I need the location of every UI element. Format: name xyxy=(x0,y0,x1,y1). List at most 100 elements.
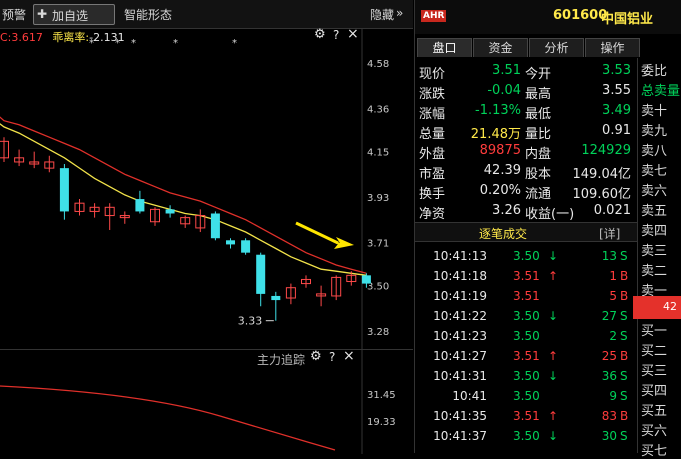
order-book-label: 卖七 xyxy=(641,164,668,179)
quote-value: -0.04 xyxy=(487,83,521,98)
signal-star-icon: * xyxy=(173,38,178,49)
kline-chart-canvas: 4.584.364.153.933.713.503.28* * * * *3.33 xyxy=(0,29,389,349)
sub-indicator-chart[interactable]: 31.45 19.33 主力追踪 ⚙ ? × xyxy=(0,348,413,454)
trade-price: 3.51 xyxy=(513,289,540,303)
trade-side: S xyxy=(620,249,628,263)
add-watchlist-label: 加自选 xyxy=(52,9,89,23)
order-book-label: 卖十 xyxy=(641,104,668,119)
quote-label: 内盘 xyxy=(525,147,552,162)
trades-header: 逐笔成交 [详] xyxy=(415,222,637,242)
close-icon[interactable]: × xyxy=(347,26,359,42)
trades-detail-link[interactable]: [详] xyxy=(599,225,620,242)
trade-side: B xyxy=(620,289,629,303)
help-button[interactable]: ? xyxy=(329,350,335,364)
smart-pattern-button[interactable]: 智能形态 xyxy=(124,6,172,23)
help-button[interactable]: ? xyxy=(333,28,339,42)
order-book-label: 买六 xyxy=(641,424,668,439)
trade-time: 10:41:23 xyxy=(433,329,487,343)
trade-row: 10:41:23 3.50 2 S xyxy=(415,327,637,347)
panel-tabs: 盘口 资金 分析 操作 xyxy=(415,38,640,58)
quote-value: 3.49 xyxy=(602,103,631,118)
trade-side: B xyxy=(620,349,629,363)
order-book-label: 卖六 xyxy=(641,184,668,199)
y-tick-label: 3.28 xyxy=(367,327,389,338)
trade-row: 10:41 3.50 9 S xyxy=(415,387,637,407)
quote-label: 最高 xyxy=(525,87,552,102)
trade-arrow-icon: ↓ xyxy=(548,429,559,443)
tab-analysis[interactable]: 分析 xyxy=(529,38,584,57)
trade-row: 10:41:13 3.50 ↓ 13 S xyxy=(415,247,637,267)
tab-pankou[interactable]: 盘口 xyxy=(417,38,472,57)
quote-row: 总量 21.48万 量比 0.91 xyxy=(419,121,635,142)
tab-operation[interactable]: 操作 xyxy=(585,38,640,57)
signal-star-icon: * xyxy=(232,38,237,49)
trade-volume: 27 xyxy=(601,309,617,323)
quote-label: 股本 xyxy=(525,167,552,182)
trade-price: 3.50 xyxy=(513,369,540,383)
quote-row: 涨跌 -0.04 最高 3.55 xyxy=(419,81,635,102)
order-book-label: 买四 xyxy=(641,384,668,399)
order-book-label: 卖八 xyxy=(641,144,668,159)
warn-button[interactable]: 预警 xyxy=(2,6,26,23)
trade-side: S xyxy=(620,389,628,403)
order-book-highlight: 42 xyxy=(633,296,681,319)
y-tick-label: 19.33 xyxy=(367,417,396,428)
trade-volume: 25 xyxy=(601,349,617,363)
trade-side: S xyxy=(620,329,628,343)
quote-value: 21.48万 xyxy=(470,127,521,142)
low-price-label: 3.33 xyxy=(238,315,262,328)
trades-title: 逐笔成交 xyxy=(479,227,528,241)
quote-label: 净资 xyxy=(419,207,446,222)
trade-row: 10:41:22 3.50 ↓ 27 S xyxy=(415,307,637,327)
trade-time: 10:41:18 xyxy=(433,269,487,283)
quote-row: 涨幅 -1.13% 最低 3.49 xyxy=(419,101,635,122)
quote-value: 0.021 xyxy=(593,203,631,218)
quote-label: 流通 xyxy=(525,187,552,202)
trade-side: B xyxy=(620,409,629,423)
trade-price: 3.51 xyxy=(513,269,540,283)
y-tick-label: 31.45 xyxy=(367,390,396,401)
candle-body xyxy=(165,209,175,214)
trade-price: 3.50 xyxy=(513,329,540,343)
candle-body xyxy=(226,240,235,245)
trade-row: 10:41:31 3.50 ↓ 36 S xyxy=(415,367,637,387)
quote-value: 3.55 xyxy=(602,83,631,98)
order-book-label: 卖三 xyxy=(641,244,668,259)
double-chevron-right-icon[interactable]: » xyxy=(396,6,403,20)
trade-time: 10:41:19 xyxy=(433,289,487,303)
kline-chart[interactable]: 4.58 4.36 4.15 3.93 3.71 3.50 3.28 * * * * * 3.33 C:… xyxy=(0,26,413,349)
stock-code: 601600 xyxy=(553,8,608,23)
gear-icon[interactable]: ⚙ xyxy=(314,27,326,42)
trade-time: 10:41:22 xyxy=(433,309,487,323)
gear-icon[interactable]: ⚙ xyxy=(310,349,322,364)
trade-time: 10:41:27 xyxy=(433,349,487,363)
tab-funds[interactable]: 资金 xyxy=(473,38,528,57)
chart-toolbar: 预警 ✚ 加自选 智能形态 隐藏 » xyxy=(0,0,413,29)
trade-time: 10:41:35 xyxy=(433,409,487,423)
flow-line-red xyxy=(0,385,336,451)
trade-side: S xyxy=(620,369,628,383)
trade-row: 10:41:18 3.51 ↑ 1 B xyxy=(415,267,637,287)
trade-row: 10:41:19 3.51 5 B xyxy=(415,287,637,307)
trade-row: 10:41:37 3.50 ↓ 30 S xyxy=(415,427,637,447)
add-watchlist-button[interactable]: ✚ 加自选 xyxy=(33,4,115,25)
candle-body xyxy=(361,275,371,284)
order-book-highlight-value: 42 xyxy=(663,300,677,313)
quote-row: 净资 3.26 收益(一) 0.021 xyxy=(419,201,635,222)
order-book-label: 委比 xyxy=(641,64,668,79)
close-icon[interactable]: × xyxy=(343,348,355,364)
trade-price: 3.50 xyxy=(513,309,540,323)
trend-arrow-shaft xyxy=(295,221,339,245)
trade-arrow-icon: ↓ xyxy=(548,249,559,263)
order-book-label: 买三 xyxy=(641,364,668,379)
y-tick-label: 3.93 xyxy=(367,193,389,204)
hide-button[interactable]: 隐藏 xyxy=(370,6,394,23)
trade-volume: 13 xyxy=(601,249,617,263)
ma-line-red xyxy=(0,116,367,274)
candle-body xyxy=(241,240,251,253)
trade-time: 10:41:13 xyxy=(433,249,487,263)
ahr-badge[interactable]: AHR xyxy=(421,10,447,22)
order-book-label: 买七 xyxy=(641,444,668,459)
quote-label: 最低 xyxy=(525,107,552,122)
quote-label: 外盘 xyxy=(419,147,446,162)
